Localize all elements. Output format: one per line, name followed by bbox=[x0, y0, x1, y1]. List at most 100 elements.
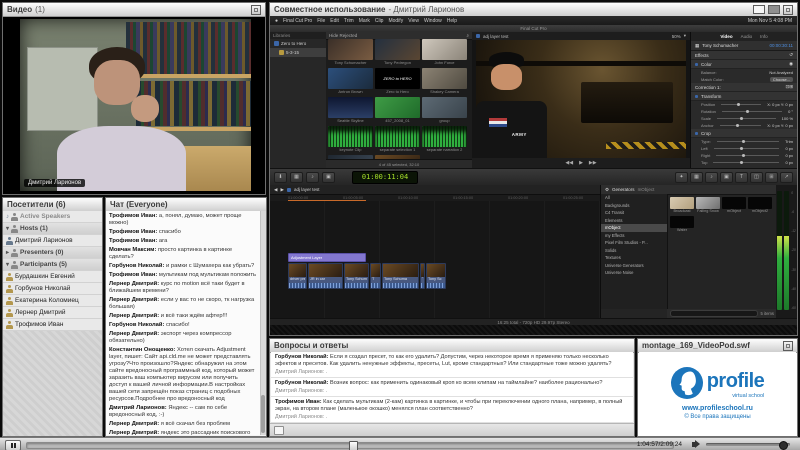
browser-clip[interactable]: John Force bbox=[422, 39, 467, 66]
browser-clip[interactable]: separate selection 1 bbox=[375, 126, 420, 153]
generator-item[interactable]: mObject2 bbox=[748, 197, 772, 214]
timeline-clip[interactable]: driver prep bbox=[288, 263, 307, 289]
generator-item[interactable]: Water bbox=[670, 216, 694, 233]
clip-thumbnail[interactable] bbox=[422, 126, 467, 147]
tab-video[interactable]: Video bbox=[720, 34, 732, 39]
library-item[interactable]: Zero to Hero bbox=[270, 39, 326, 48]
transform-section[interactable]: Transform bbox=[691, 92, 797, 101]
value-slider[interactable] bbox=[716, 139, 780, 143]
share-view-alt-icon[interactable] bbox=[768, 5, 780, 14]
timeline-back-icon[interactable]: ◀ bbox=[274, 187, 277, 193]
browser-clip[interactable]: Seattle Skyline bbox=[328, 97, 373, 124]
clip-thumbnail[interactable] bbox=[375, 97, 420, 118]
generator-item[interactable]: Falling Snow bbox=[696, 197, 720, 214]
browser-clip[interactable]: group bbox=[422, 97, 467, 124]
timeline-clip[interactable]: Tony Schum bbox=[344, 263, 369, 289]
timeline-clip[interactable]: Tony Schuma bbox=[382, 263, 419, 289]
qa-input-icon[interactable] bbox=[274, 425, 284, 435]
speaker-icon[interactable] bbox=[692, 440, 700, 448]
timeline-fwd-icon[interactable]: ▶ bbox=[280, 187, 283, 193]
generator-category[interactable]: Textures bbox=[601, 254, 667, 262]
viewer-zoom-menu[interactable]: 50% bbox=[672, 34, 681, 39]
generator-category[interactable]: Universe Generators bbox=[601, 262, 667, 270]
media-browser-icon[interactable]: ▣ bbox=[720, 171, 733, 183]
menu-item[interactable]: Clip bbox=[375, 18, 384, 24]
clip-thumbnail[interactable] bbox=[328, 97, 373, 118]
generator-category[interactable]: Backgrounds bbox=[601, 202, 667, 210]
attendee-row[interactable]: Екатерина Коломиец bbox=[3, 295, 102, 307]
value-slider[interactable] bbox=[716, 153, 780, 157]
chat-scrollbar-thumb[interactable] bbox=[261, 395, 265, 433]
clip-thumbnail[interactable]: ZERO to HERO bbox=[375, 68, 420, 89]
browser-clip[interactable]: Tony Schumacher bbox=[328, 39, 373, 66]
timeline-project-tab[interactable]: adj layer test bbox=[294, 187, 320, 192]
chat-scrollbar[interactable] bbox=[260, 211, 266, 435]
media-browser-icon[interactable]: ▦ bbox=[690, 171, 703, 183]
viewer-zoom-caret-icon[interactable]: ▾ bbox=[684, 33, 686, 39]
browser-clip[interactable]: 457_2008_01 bbox=[375, 97, 420, 124]
value-slider[interactable] bbox=[719, 123, 762, 127]
media-browser-icon[interactable]: ↗ bbox=[780, 171, 793, 183]
menu-item[interactable]: Help bbox=[447, 18, 457, 24]
transform-checkbox[interactable] bbox=[695, 94, 698, 98]
menu-item[interactable]: ● bbox=[275, 18, 278, 24]
generator-category[interactable]: mObject bbox=[601, 224, 667, 232]
correction-section[interactable]: Correction 1: ⊡⊞ bbox=[691, 83, 797, 92]
menu-item[interactable]: Modify bbox=[388, 18, 403, 24]
branding-fullscreen-icon[interactable] bbox=[783, 340, 793, 351]
menu-item[interactable]: Final Cut Pro bbox=[283, 18, 312, 24]
menu-clock[interactable]: Mon Nov 5 4:08 PM bbox=[748, 18, 792, 24]
video-fullscreen-icon[interactable] bbox=[251, 4, 261, 15]
generator-thumbnail[interactable] bbox=[748, 197, 772, 209]
attendee-row[interactable]: Лернер Дмитрий bbox=[3, 307, 102, 319]
timeline-clip[interactable]: JR in car bbox=[308, 263, 343, 289]
clip-thumbnail[interactable] bbox=[375, 39, 420, 60]
brand-url[interactable]: www.profileschool.ru bbox=[682, 405, 753, 412]
menu-item[interactable]: Trim bbox=[344, 18, 354, 24]
generators-search-input[interactable] bbox=[670, 310, 758, 317]
browser-clip[interactable]: Shakey Camera bbox=[422, 68, 467, 95]
generator-item[interactable]: mObject bbox=[722, 197, 746, 214]
generator-category[interactable]: Universe Noise bbox=[601, 269, 667, 277]
menu-item[interactable]: Window bbox=[424, 18, 442, 24]
toolbar-tool-icon[interactable]: ⬇ bbox=[274, 171, 287, 183]
timeline-clip[interactable]: T bbox=[370, 263, 381, 289]
tab-audio[interactable]: Audio bbox=[741, 34, 753, 39]
value-slider[interactable] bbox=[713, 160, 780, 164]
transport-button[interactable]: ◀◀ bbox=[565, 160, 573, 166]
event-item[interactable]: 5-3-15 bbox=[270, 48, 326, 57]
menu-item[interactable]: Edit bbox=[330, 18, 339, 24]
tab-info[interactable]: Info bbox=[760, 34, 768, 39]
transport-button[interactable]: ▶▶ bbox=[589, 160, 597, 166]
generator-thumbnail[interactable] bbox=[696, 197, 720, 209]
transport-button[interactable]: ▶ bbox=[579, 160, 583, 166]
media-browser-icon[interactable]: ◫ bbox=[750, 171, 763, 183]
generator-thumbnail[interactable] bbox=[670, 216, 694, 228]
clip-thumbnail[interactable] bbox=[422, 68, 467, 89]
media-browser-icon[interactable]: T bbox=[735, 171, 748, 183]
browser-clip[interactable]: ZERO to HERO Zero to Hero bbox=[375, 68, 420, 95]
toolbar-tool-icon[interactable]: ▣ bbox=[322, 171, 335, 183]
attendee-row[interactable]: Бурдашкин Евгений bbox=[3, 271, 102, 283]
attendee-row[interactable]: Active Speakers bbox=[3, 211, 102, 223]
browser-clip[interactable]: keynote Clip bbox=[328, 126, 373, 153]
attendee-row[interactable]: Трофимов Иван bbox=[3, 319, 102, 331]
color-section[interactable]: Color ◉ bbox=[691, 60, 797, 69]
media-browser-icon[interactable]: ⊞ bbox=[765, 171, 778, 183]
media-browser-icon[interactable]: ✦ bbox=[675, 171, 688, 183]
color-checkbox[interactable] bbox=[695, 62, 698, 66]
attendee-row[interactable]: Presenters (0) bbox=[3, 247, 102, 259]
browser-clip[interactable]: Tony Pedregon bbox=[375, 39, 420, 66]
toolbar-tool-icon[interactable]: ♪ bbox=[306, 171, 319, 183]
clip-thumbnail[interactable] bbox=[422, 97, 467, 118]
menu-item[interactable]: View bbox=[408, 18, 419, 24]
volume-slider[interactable] bbox=[706, 441, 790, 450]
reset-icon[interactable]: ↺ bbox=[789, 52, 793, 58]
browser-clip[interactable]: separate narration 2 bbox=[422, 126, 467, 153]
toolbar-tool-icon[interactable]: ▦ bbox=[290, 171, 303, 183]
seek-handle[interactable] bbox=[349, 441, 358, 450]
attendee-row[interactable]: Hosts (1) bbox=[3, 223, 102, 235]
value-slider[interactable] bbox=[721, 102, 762, 106]
generator-category[interactable]: Pixel Film Studios - P... bbox=[601, 239, 667, 247]
menu-item[interactable]: Mark bbox=[359, 18, 370, 24]
